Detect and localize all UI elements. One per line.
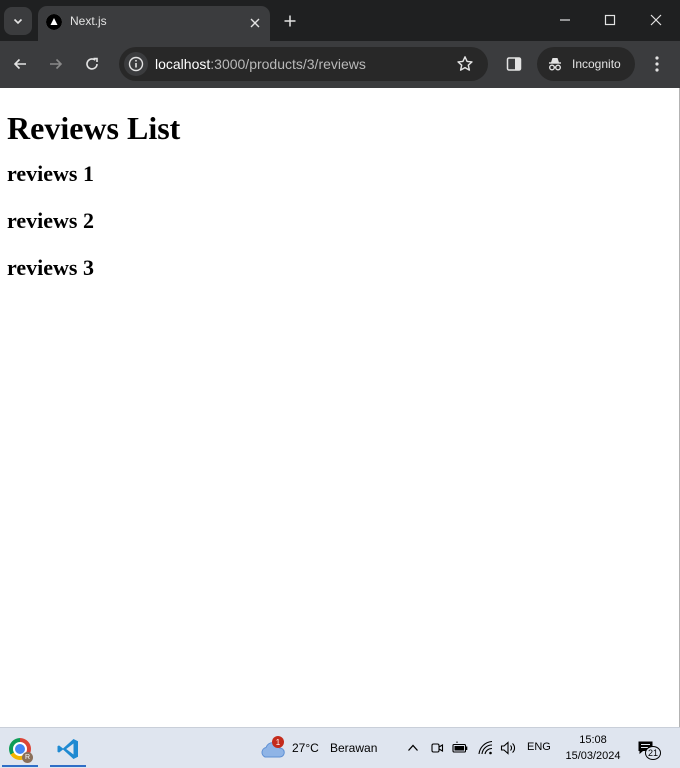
tab-close-button[interactable]: [246, 14, 264, 32]
taskbar-chrome-button[interactable]: R: [0, 730, 40, 767]
active-indicator: [2, 765, 38, 767]
review-heading-3: reviews 3: [7, 255, 94, 280]
address-bar[interactable]: localhost:3000/products/3/reviews: [119, 47, 488, 81]
minimize-button[interactable]: [552, 8, 578, 32]
incognito-button[interactable]: Incognito: [537, 47, 635, 81]
site-info-button[interactable]: [124, 52, 148, 76]
page-content: Reviews List reviews 1 reviews 2 reviews…: [0, 88, 679, 310]
chevron-down-icon: [13, 18, 23, 25]
close-icon: [250, 18, 260, 28]
close-icon: [650, 14, 662, 26]
url-text[interactable]: localhost:3000/products/3/reviews: [155, 56, 366, 72]
side-panel-button[interactable]: [503, 53, 525, 75]
clock-date: 15/03/2024: [565, 750, 621, 762]
reload-icon: [86, 57, 98, 70]
tray-overflow-button[interactable]: [405, 740, 421, 756]
tab-title: Next.js: [70, 14, 107, 28]
vscode-icon: [57, 738, 78, 759]
wifi-icon: [478, 741, 493, 755]
weather-alert-badge: 1: [272, 736, 284, 748]
tab-active[interactable]: Next.js: [38, 6, 270, 41]
clock-time: 15:08: [579, 734, 607, 746]
incognito-label: Incognito: [572, 57, 621, 71]
volume-icon: [500, 741, 515, 755]
browser-titlebar: Next.js: [0, 0, 680, 41]
plus-icon: [284, 15, 296, 27]
new-tab-button[interactable]: [280, 11, 300, 31]
side-panel-icon: [506, 57, 522, 71]
camera-icon: [431, 743, 444, 753]
more-vertical-icon: [655, 56, 659, 72]
browser-menu-button[interactable]: [646, 52, 668, 76]
maximize-button[interactable]: [597, 8, 623, 32]
taskbar: R 1 27°C Berawan ENG 15:08 15/03/2024 21: [0, 727, 680, 768]
bookmark-button[interactable]: [456, 55, 474, 73]
url-host: localhost: [155, 56, 211, 72]
page-viewport: Reviews List reviews 1 reviews 2 reviews…: [0, 88, 680, 727]
arrow-right-icon: [50, 58, 63, 70]
battery-icon: [452, 741, 468, 753]
url-path: :3000/products/3/reviews: [210, 56, 366, 72]
back-button[interactable]: [8, 52, 32, 76]
tray-volume-button[interactable]: [500, 740, 516, 756]
weather-temperature: 27°C: [292, 741, 319, 755]
maximize-icon: [604, 14, 616, 26]
incognito-icon: [546, 55, 564, 73]
review-heading-1: reviews 1: [7, 161, 94, 186]
notification-count: 21: [645, 746, 661, 760]
star-icon: [457, 56, 473, 71]
active-indicator: [50, 765, 86, 767]
tab-search-button[interactable]: [4, 7, 32, 35]
tray-camera-button[interactable]: [429, 740, 445, 756]
page-title: Reviews List: [7, 110, 181, 146]
profile-avatar: R: [22, 752, 33, 763]
close-window-button[interactable]: [643, 8, 669, 32]
notification-center-button[interactable]: 21: [637, 740, 663, 760]
browser-toolbar: localhost:3000/products/3/reviews Incogn…: [0, 41, 680, 88]
taskbar-vscode-button[interactable]: [48, 730, 88, 767]
arrow-left-icon: [13, 58, 26, 70]
weather-condition: Berawan: [330, 741, 378, 755]
tray-battery-button[interactable]: [452, 740, 468, 756]
forward-button[interactable]: [44, 52, 68, 76]
chevron-up-icon: [408, 744, 418, 751]
system-clock[interactable]: 15:08 15/03/2024: [560, 732, 626, 764]
review-heading-2: reviews 2: [7, 208, 94, 233]
reload-button[interactable]: [80, 52, 104, 76]
info-icon: [128, 56, 144, 72]
input-language[interactable]: ENG: [527, 741, 551, 753]
tray-wifi-button[interactable]: [478, 740, 494, 756]
minimize-icon: [560, 19, 570, 21]
nextjs-favicon-icon: [46, 14, 62, 30]
